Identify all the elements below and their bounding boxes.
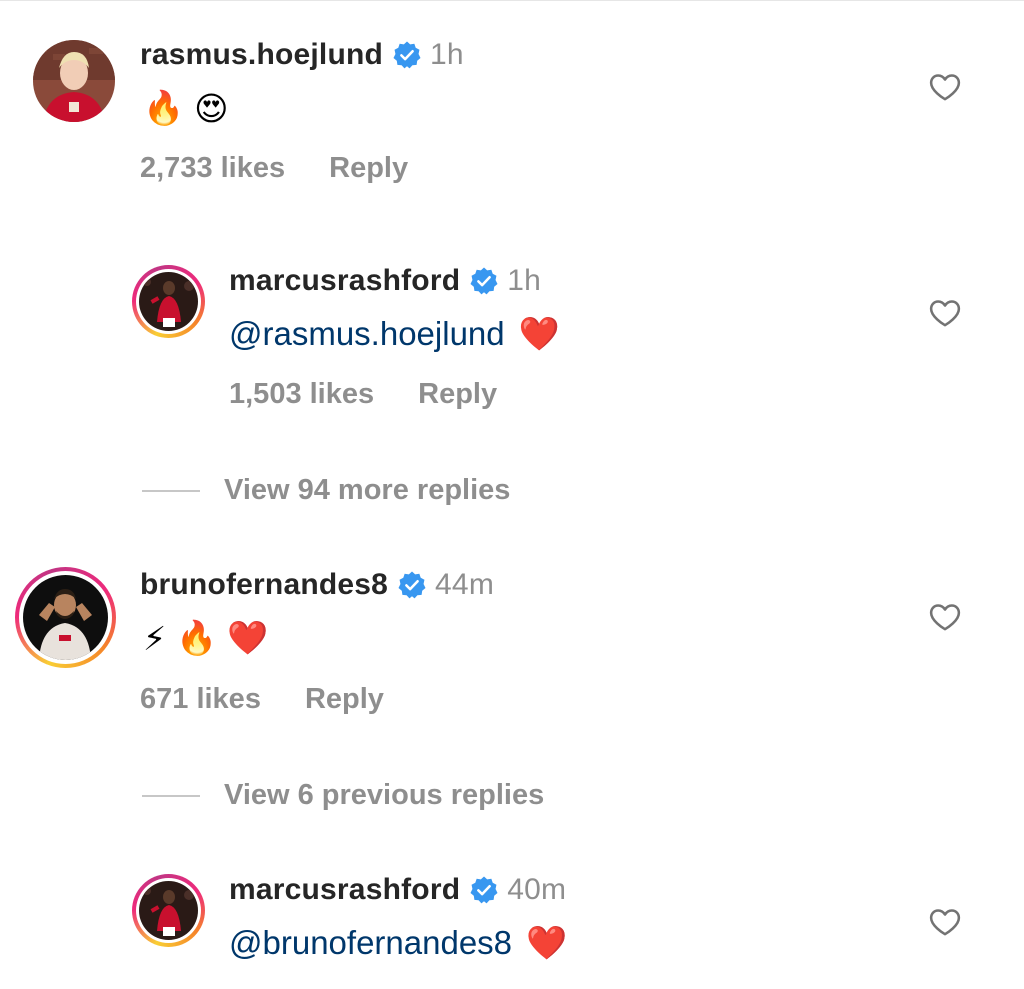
comment-meta: 671 likes Reply <box>140 683 384 716</box>
view-previous-replies-label: View 6 previous replies <box>224 779 545 811</box>
view-more-replies-button[interactable]: View 94 more replies <box>142 474 510 507</box>
comment-header: rasmus.hoejlund 1h <box>140 38 464 72</box>
reply-button[interactable]: Reply <box>305 683 384 715</box>
verified-badge-icon <box>469 875 499 905</box>
avatar-rasmus[interactable] <box>33 40 115 122</box>
comment-meta: 2,733 likes Reply <box>140 152 408 185</box>
red-heart-emoji: ❤️ <box>227 618 269 656</box>
avatar-marcusrashford[interactable] <box>139 272 198 331</box>
timestamp: 1h <box>507 264 541 297</box>
username[interactable]: rasmus.hoejlund <box>140 38 383 72</box>
heart-outline-icon[interactable] <box>928 905 962 939</box>
heart-outline-icon[interactable] <box>928 600 962 634</box>
timestamp: 44m <box>435 568 495 601</box>
comment-header: marcusrashford 1h <box>229 264 541 298</box>
mention-link[interactable]: @rasmus.hoejlund <box>229 315 505 353</box>
fire-emoji: 🔥 <box>143 88 185 126</box>
view-more-replies-label: View 94 more replies <box>224 474 511 506</box>
reply-button[interactable]: Reply <box>329 152 408 184</box>
likes-count[interactable]: 2,733 likes <box>140 152 285 184</box>
comment-header: brunofernandes8 44m <box>140 568 494 602</box>
timestamp: 1h <box>430 38 464 71</box>
timestamp: 40m <box>507 873 567 906</box>
comment-meta: 1,503 likes Reply <box>229 378 497 411</box>
divider-line <box>142 794 200 797</box>
heart-outline-icon[interactable] <box>928 70 962 104</box>
divider-line <box>142 489 200 492</box>
red-heart-emoji: ❤️ <box>526 923 568 961</box>
mention-link[interactable]: @brunofernandes8 <box>229 924 512 962</box>
view-previous-replies-button[interactable]: View 6 previous replies <box>142 779 544 812</box>
red-heart-emoji: ❤️ <box>518 314 560 352</box>
username[interactable]: brunofernandes8 <box>140 568 388 602</box>
comment-text: @brunofernandes8 ❤️ <box>229 921 577 965</box>
reply-button[interactable]: Reply <box>418 378 497 410</box>
avatar-marcusrashford[interactable] <box>139 881 198 940</box>
username[interactable]: marcusrashford <box>229 264 460 298</box>
lightning-emoji: ⚡ <box>143 619 167 657</box>
top-divider <box>0 0 1024 1</box>
verified-badge-icon <box>469 266 499 296</box>
comment-header: marcusrashford 40m <box>229 873 566 907</box>
avatar-brunofernandes8[interactable] <box>23 575 108 660</box>
verified-badge-icon <box>392 40 422 70</box>
likes-count[interactable]: 671 likes <box>140 683 261 715</box>
comment-text: ⚡ 🔥 ❤️ <box>143 616 278 660</box>
likes-count[interactable]: 1,503 likes <box>229 378 374 410</box>
fire-emoji: 🔥 <box>176 618 218 656</box>
comment-text: 🔥 😍 <box>143 86 239 130</box>
heart-eyes-emoji: 😍 <box>194 89 229 127</box>
username[interactable]: marcusrashford <box>229 873 460 907</box>
comment-text: @rasmus.hoejlund ❤️ <box>229 312 570 356</box>
verified-badge-icon <box>397 570 427 600</box>
heart-outline-icon[interactable] <box>928 296 962 330</box>
